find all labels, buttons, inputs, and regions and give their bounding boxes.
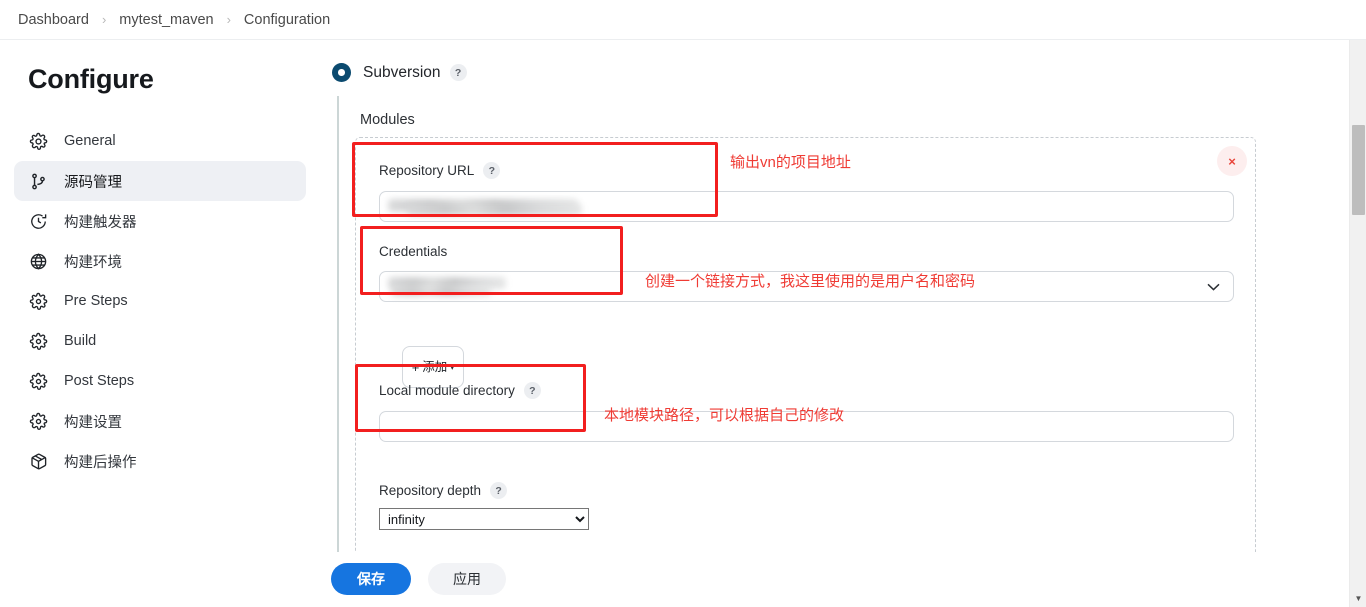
sidebar-item-label: 构建设置 — [64, 414, 122, 431]
scm-config-panel: Subversion ? Modules × Repository URL ? — [318, 40, 1342, 607]
radio-subversion-label: Subversion — [363, 63, 441, 81]
local-module-directory-label: Local module directory — [379, 383, 515, 398]
annotation-text-repository-url: 输出vn的项目地址 — [730, 154, 851, 171]
sidebar-item-general[interactable]: General — [14, 121, 306, 161]
sidebar-item-label: Build — [64, 333, 97, 349]
sidebar-item-label: 源码管理 — [64, 174, 122, 191]
sidebar-item-post-steps[interactable]: Post Steps — [14, 361, 306, 401]
breadcrumb: Dashboard › mytest_maven › Configuration — [0, 0, 1366, 40]
sidebar-item-pre-steps[interactable]: Pre Steps — [14, 281, 306, 321]
sidebar-item-label: Pre Steps — [64, 293, 128, 309]
gear-icon — [27, 130, 49, 152]
breadcrumb-separator-icon: › — [101, 11, 107, 27]
sidebar-item-label: 构建后操作 — [64, 454, 137, 471]
sidebar-item-label: General — [64, 133, 116, 149]
sidebar-item-build-triggers[interactable]: 构建触发器 — [14, 201, 306, 241]
gear-icon — [27, 370, 49, 392]
repository-depth-select[interactable]: infinity — [379, 508, 589, 530]
globe-icon — [27, 250, 49, 272]
sidebar-item-build-settings[interactable]: 构建设置 — [14, 401, 306, 441]
annotation-text-credentials: 创建一个链接方式，我这里使用的是用户名和密码 — [645, 273, 976, 290]
gear-icon — [27, 290, 49, 312]
add-credentials-label: 添加 — [422, 359, 448, 374]
sidebar-item-post-build-actions[interactable]: 构建后操作 — [14, 441, 306, 481]
caret-down-icon: ▾ — [450, 362, 455, 372]
clock-icon — [27, 210, 49, 232]
package-icon — [27, 450, 49, 472]
apply-button[interactable]: 应用 — [428, 563, 506, 595]
sidebar-item-label: Post Steps — [64, 373, 135, 389]
breadcrumb-separator-icon: › — [226, 11, 231, 27]
sidebar-item-build[interactable]: Build — [14, 321, 306, 361]
sidebar-item-label: 构建环境 — [64, 254, 122, 271]
help-icon[interactable]: ? — [523, 382, 541, 399]
scrollbar-thumb[interactable] — [1352, 125, 1365, 215]
repository-depth-field: Repository depth ? infinity — [379, 482, 699, 530]
section-indent-guide — [337, 96, 339, 600]
plus-icon: + — [411, 359, 420, 375]
annotation-text-local-module-directory: 本地模块路径，可以根据自己的修改 — [604, 407, 845, 424]
modules-label: Modules — [360, 112, 415, 128]
sidebar-menu: General 源码管理 构建触发器 构建环境 Pre Steps Build … — [14, 121, 306, 481]
modules-panel: × Repository URL ? Credentials + 添加 ▾ Lo… — [355, 137, 1256, 575]
gear-icon — [27, 330, 49, 352]
repository-depth-label: Repository depth — [379, 483, 482, 498]
action-bar: 保存 应用 — [318, 552, 1342, 607]
breadcrumb-item-dashboard[interactable]: Dashboard — [16, 12, 91, 28]
save-button[interactable]: 保存 — [331, 563, 411, 595]
credentials-label: Credentials — [379, 244, 448, 259]
help-icon[interactable]: ? — [483, 162, 501, 179]
sidebar-item-label: 构建触发器 — [64, 214, 137, 231]
sidebar: Configure General 源码管理 构建触发器 构建环境 Pre St… — [0, 40, 318, 607]
radio-subversion-row[interactable]: Subversion ? — [332, 63, 467, 82]
radio-subversion-input[interactable] — [332, 63, 351, 82]
repository-url-label: Repository URL — [379, 163, 475, 178]
breadcrumb-item-project[interactable]: mytest_maven — [117, 12, 215, 28]
repository-depth-label-row: Repository depth ? — [379, 482, 699, 499]
sidebar-item-source-code-management[interactable]: 源码管理 — [14, 161, 306, 201]
local-module-directory-label-row: Local module directory ? — [379, 382, 1234, 399]
help-icon[interactable]: ? — [490, 482, 508, 499]
scrollbar-gutter — [1342, 40, 1349, 607]
gear-icon — [27, 410, 49, 432]
page-root: Dashboard › mytest_maven › Configuration… — [0, 0, 1366, 607]
page-title: Configure — [28, 64, 154, 94]
vertical-scrollbar[interactable]: ▼ — [1349, 40, 1366, 607]
repository-url-input[interactable] — [379, 191, 1234, 222]
breadcrumb-item-configuration[interactable]: Configuration — [242, 12, 332, 28]
help-icon[interactable]: ? — [449, 64, 467, 81]
scroll-down-arrow-icon[interactable]: ▼ — [1350, 590, 1366, 607]
sidebar-item-build-environment[interactable]: 构建环境 — [14, 241, 306, 281]
git-branch-icon — [27, 170, 49, 192]
